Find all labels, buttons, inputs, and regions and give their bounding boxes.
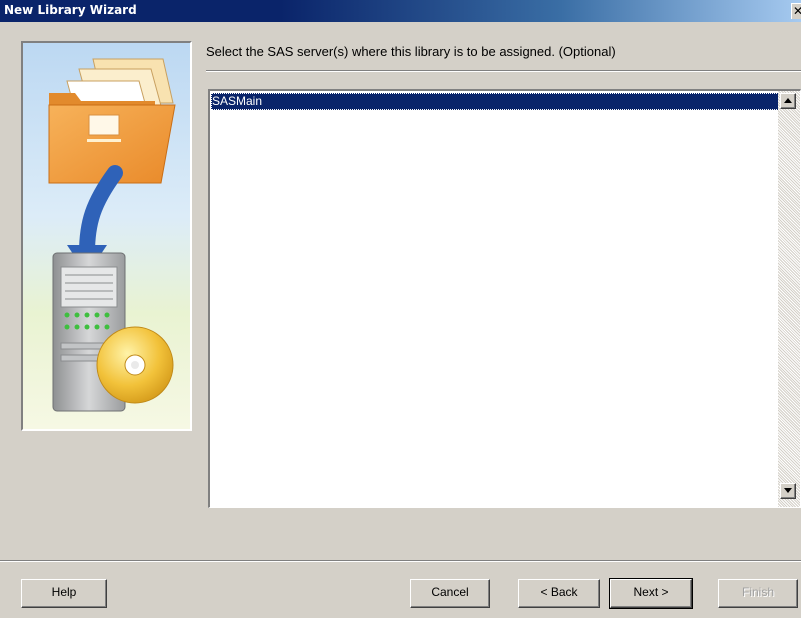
- close-button[interactable]: ✕: [791, 3, 801, 19]
- wizard-illustration: [21, 41, 192, 431]
- back-button[interactable]: < Back: [518, 579, 600, 608]
- arrow-down-icon: [784, 488, 792, 493]
- server-list[interactable]: SASMain: [208, 89, 801, 508]
- footer-separator: [0, 560, 801, 562]
- header-separator: [206, 70, 801, 72]
- scroll-down-button[interactable]: [780, 483, 796, 499]
- help-button[interactable]: Help: [21, 579, 107, 608]
- title-bar: New Library Wizard ✕: [0, 0, 801, 22]
- vertical-scrollbar[interactable]: [778, 91, 800, 507]
- scroll-up-button[interactable]: [780, 93, 796, 109]
- window-title: New Library Wizard: [4, 3, 137, 17]
- finish-button: Finish: [718, 579, 798, 608]
- arrow-up-icon: [784, 98, 792, 103]
- instruction-text: Select the SAS server(s) where this libr…: [206, 44, 616, 59]
- close-icon[interactable]: ✕: [793, 4, 801, 18]
- folder-to-server-illustration-icon: [23, 43, 190, 429]
- list-item-selected[interactable]: SASMain: [211, 93, 779, 110]
- cancel-button[interactable]: Cancel: [410, 579, 490, 608]
- next-button[interactable]: Next >: [609, 578, 693, 609]
